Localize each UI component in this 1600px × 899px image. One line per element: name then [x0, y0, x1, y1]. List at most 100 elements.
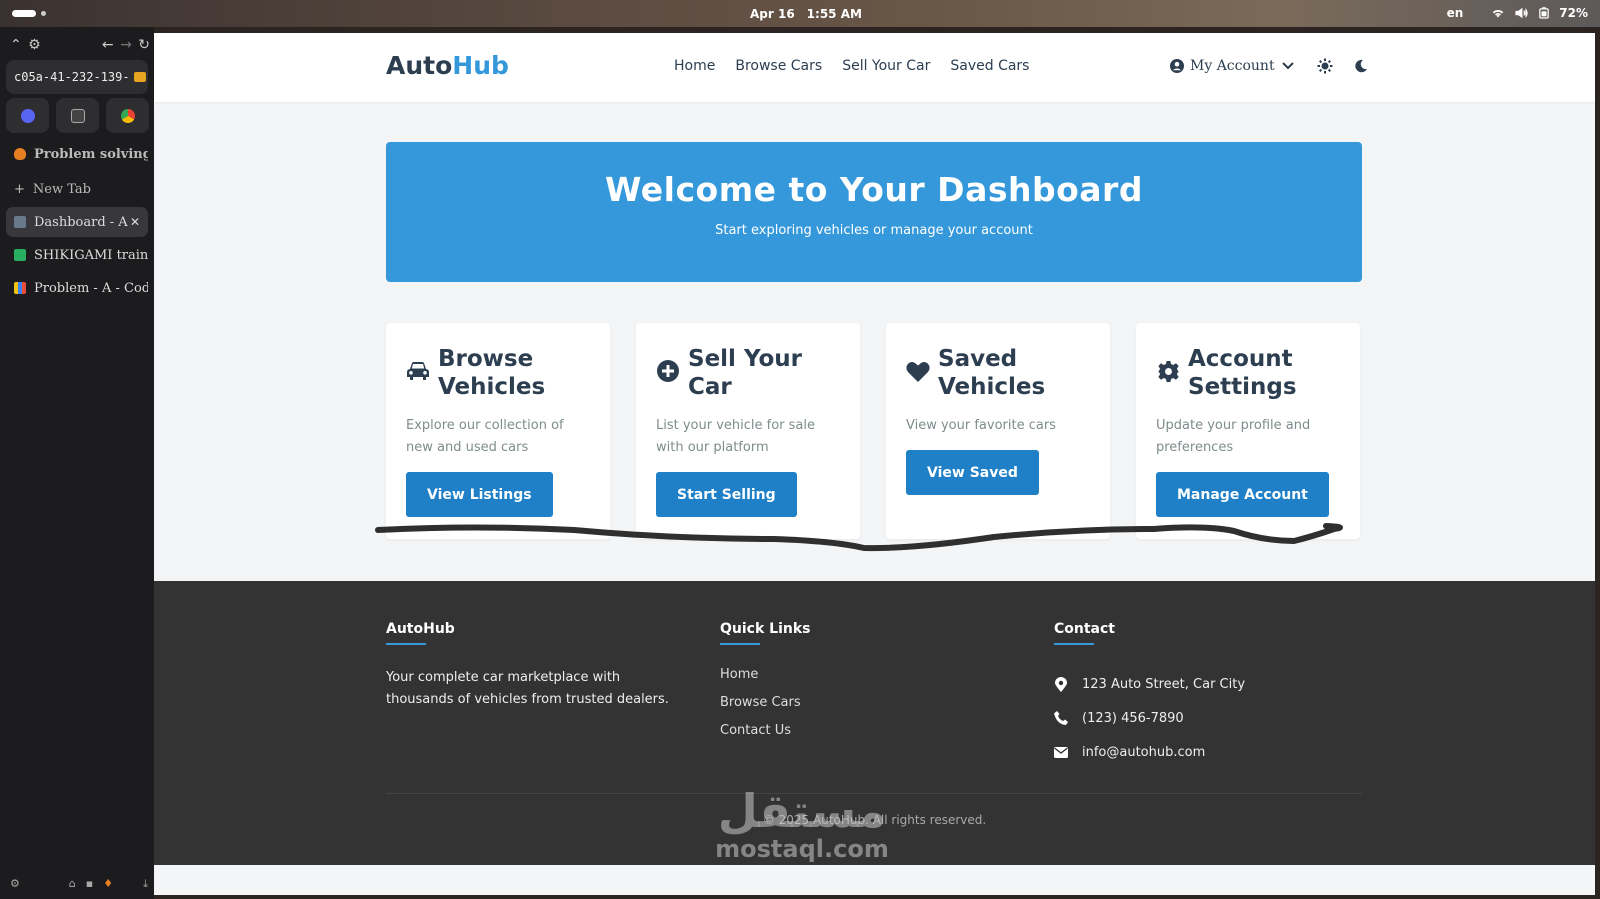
- settings-icon[interactable]: ⚙: [10, 877, 20, 891]
- card-description: Update your profile and preferences: [1156, 418, 1311, 455]
- reload-icon[interactable]: ↻: [138, 37, 150, 53]
- os-date: Apr 16: [750, 7, 795, 21]
- nav-saved-cars[interactable]: Saved Cars: [950, 58, 1029, 74]
- browser-sidebar: ⌃ ⚙ ← → ↻ c05a-41-232-139- Problem solvi…: [0, 27, 154, 899]
- pinned-tabs: [6, 98, 149, 133]
- battery-level: 72%: [1559, 6, 1588, 20]
- footer-copyright: © 2025 AutoHub. All rights reserved.: [762, 813, 987, 827]
- main-nav: Home Browse Cars Sell Your Car Saved Car…: [674, 58, 1029, 74]
- battery-icon: [1539, 7, 1550, 19]
- manage-account-button[interactable]: Manage Account: [1156, 472, 1329, 517]
- volume-icon: [1515, 7, 1528, 19]
- car-icon: [406, 359, 430, 383]
- pinned-tab-2[interactable]: [56, 98, 99, 133]
- dashboard-cards: Browse Vehicles Explore our collection o…: [386, 323, 1362, 539]
- theme-dark-button[interactable]: [1351, 56, 1371, 76]
- site-info-icon[interactable]: [133, 72, 146, 82]
- codeforces-icon: [14, 282, 26, 294]
- sidebar-tab-label: SHIKIGAMI train: [34, 247, 148, 263]
- sidebar-toggle-icon[interactable]: ⌃: [10, 37, 22, 53]
- wifi-icon: [1493, 9, 1504, 18]
- nav-home[interactable]: Home: [674, 58, 715, 74]
- pinned-tab-1[interactable]: [6, 98, 49, 133]
- keyboard-layout[interactable]: en: [1447, 6, 1464, 20]
- sidebar-tab-label: Dashboard - A: [34, 214, 128, 230]
- header-actions: My Account: [1170, 56, 1371, 76]
- sun-icon: [1317, 58, 1333, 74]
- logo-part-hub: Hub: [452, 51, 509, 80]
- page-icon: [14, 216, 26, 228]
- hero-title: Welcome to Your Dashboard: [605, 170, 1143, 209]
- pinned-tab-3[interactable]: [106, 98, 149, 133]
- footer-brand-title: AutoHub: [386, 621, 686, 645]
- sidebar-tab-codeforces[interactable]: Problem - A - Cod: [6, 273, 148, 303]
- chrome-icon: [120, 108, 135, 123]
- chevron-down-icon: [1281, 62, 1294, 70]
- card-saved-vehicles: Saved Vehicles View your favorite cars V…: [886, 323, 1110, 539]
- back-icon[interactable]: ←: [102, 37, 114, 53]
- card-title: Account Settings: [1188, 346, 1297, 400]
- gear-icon: [1156, 359, 1180, 383]
- view-saved-button[interactable]: View Saved: [906, 450, 1039, 495]
- footer-link-home[interactable]: Home: [720, 667, 810, 695]
- sheets-icon: [14, 249, 26, 261]
- footer-contact-title: Contact: [1054, 621, 1245, 645]
- fire-small-icon[interactable]: ♦: [103, 877, 113, 891]
- browser-nav-row: ⌃ ⚙ ← → ↻: [10, 35, 150, 55]
- workspace-indicator[interactable]: [12, 10, 36, 17]
- card-title: Saved Vehicles: [938, 346, 1046, 400]
- theme-light-button[interactable]: [1315, 56, 1335, 76]
- footer-contact: Contact 123 Auto Street, Car City (123) …: [1054, 621, 1245, 769]
- forward-icon[interactable]: →: [120, 37, 132, 53]
- footer-link-contact-us[interactable]: Contact Us: [720, 723, 810, 751]
- workspace-dot[interactable]: [41, 11, 46, 16]
- contact-email-text: info@autohub.com: [1082, 744, 1206, 760]
- address-bar[interactable]: c05a-41-232-139-: [6, 60, 148, 94]
- os-clock[interactable]: Apr 16 1:55 AM: [750, 7, 862, 21]
- browser-viewport: AutoHub Home Browse Cars Sell Your Car S…: [154, 33, 1595, 895]
- sidebar-tab-dashboard[interactable]: Dashboard - A ✕: [6, 207, 148, 237]
- contact-email: info@autohub.com: [1054, 735, 1245, 769]
- os-time: 1:55 AM: [806, 7, 862, 21]
- nav-sell-your-car[interactable]: Sell Your Car: [842, 58, 930, 74]
- my-account-label: My Account: [1190, 58, 1275, 74]
- site-logo[interactable]: AutoHub: [386, 51, 509, 80]
- home-icon[interactable]: ⌂: [69, 877, 76, 891]
- contact-phone-text: (123) 456-7890: [1082, 710, 1184, 726]
- sidebar-tab-shikigami[interactable]: SHIKIGAMI train: [6, 240, 148, 270]
- phone-icon: [1054, 711, 1068, 725]
- sidebar-tab-problem-solving[interactable]: Problem solving: [6, 139, 148, 169]
- start-selling-button[interactable]: Start Selling: [656, 472, 797, 517]
- card-title: Browse Vehicles: [438, 346, 546, 400]
- os-status-area[interactable]: en 72%: [1447, 6, 1588, 20]
- contact-phone: (123) 456-7890: [1054, 701, 1245, 735]
- user-circle-icon: [1170, 59, 1184, 73]
- notion-icon: [70, 108, 85, 123]
- hero-subtitle: Start exploring vehicles or manage your …: [715, 223, 1033, 238]
- footer-links-title: Quick Links: [720, 621, 810, 645]
- card-account-settings: Account Settings Update your profile and…: [1136, 323, 1360, 539]
- logo-part-auto: Auto: [386, 51, 453, 80]
- envelope-icon: [1054, 746, 1068, 758]
- footer-link-browse-cars[interactable]: Browse Cars: [720, 695, 810, 723]
- os-top-bar: Apr 16 1:55 AM en 72%: [0, 0, 1600, 27]
- footer-brand-text: Your complete car marketplace with thous…: [386, 670, 669, 707]
- nav-browse-cars[interactable]: Browse Cars: [735, 58, 822, 74]
- download-icon[interactable]: ⤓: [143, 877, 148, 891]
- extensions-icon[interactable]: ⚙: [28, 37, 41, 53]
- sidebar-bottom-bar: ⚙ ⌂ ▪ ♦ ⤓: [10, 877, 148, 891]
- card-title: Sell Your Car: [688, 346, 803, 400]
- card-sell-your-car: Sell Your Car List your vehicle for sale…: [636, 323, 860, 539]
- briefcase-icon[interactable]: ▪: [86, 877, 93, 891]
- view-listings-button[interactable]: View Listings: [406, 472, 553, 517]
- sidebar-tab-label: Problem - A - Cod: [34, 280, 148, 296]
- card-description: View your favorite cars: [906, 418, 1056, 433]
- sidebar-new-tab[interactable]: + New Tab: [6, 174, 148, 204]
- plus-icon: +: [14, 181, 25, 197]
- moon-icon: [1354, 59, 1367, 73]
- sidebar-tab-label: New Tab: [32, 181, 91, 197]
- close-tab-icon[interactable]: ✕: [130, 215, 140, 229]
- fire-icon: [14, 148, 26, 160]
- my-account-dropdown[interactable]: My Account: [1170, 58, 1295, 74]
- heart-icon: [906, 359, 930, 383]
